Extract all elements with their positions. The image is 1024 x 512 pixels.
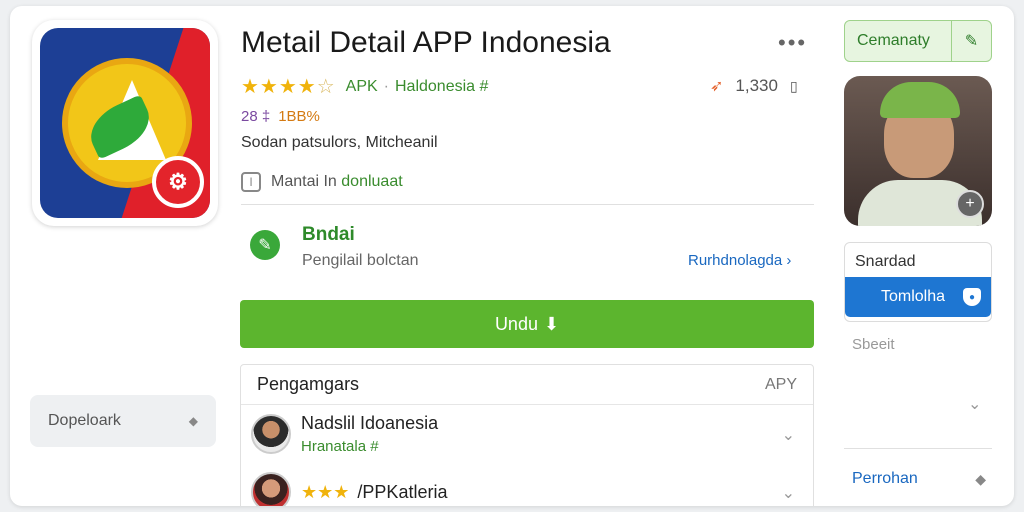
list-item[interactable]: ★★★ /PPKatleria ⌄ bbox=[241, 463, 813, 506]
lock-icon: ▯ bbox=[789, 77, 798, 94]
sidebar-button[interactable]: Dopeloark ◆ bbox=[30, 395, 216, 447]
sidebar-button-label: Dopeloark bbox=[48, 412, 121, 429]
rating-row: ★★★★☆ APK · Haldonesia # bbox=[241, 74, 488, 99]
download-button[interactable]: Undu ⬇ bbox=[240, 300, 814, 348]
avatar bbox=[251, 414, 291, 454]
install-text: Mantai In bbox=[271, 173, 342, 190]
developer-line: Sodan patsulors, Mitcheanil bbox=[241, 134, 438, 151]
list-item-title: Nadslil Idoanesia bbox=[301, 413, 439, 433]
chevron-down-icon[interactable]: ⌄ bbox=[782, 483, 795, 503]
list-item-title: /PPKatleria bbox=[357, 481, 448, 502]
side-label: Sbeeit bbox=[852, 336, 895, 353]
related-title: Pengamgars bbox=[257, 374, 360, 394]
pencil-icon[interactable]: ✎ bbox=[951, 21, 991, 61]
meta-size: 28 ‡ bbox=[241, 108, 271, 125]
app-detail-card: ⚙ Dopeloark ◆ Metail Detail APP Indonesi… bbox=[10, 6, 1014, 506]
plus-icon[interactable]: + bbox=[956, 190, 984, 218]
list-item[interactable]: Nadslil Idoanesia Hranatala # ⌄ bbox=[241, 405, 813, 463]
panel-button-label: Tomlolha bbox=[881, 288, 946, 305]
divider bbox=[241, 204, 814, 205]
bottom-link[interactable]: Perrohan bbox=[852, 470, 918, 488]
type-label: APK bbox=[345, 77, 378, 95]
panel-button[interactable]: Tomlolha ● bbox=[845, 277, 991, 317]
more-options-icon[interactable]: ••• bbox=[778, 30, 807, 56]
developer-icon: ✎ bbox=[250, 230, 280, 260]
install-checkbox[interactable]: I bbox=[241, 172, 261, 192]
diamond-icon: ◆ bbox=[188, 414, 198, 428]
app-icon: ⚙ bbox=[32, 20, 218, 226]
download-icon: ⬇ bbox=[543, 313, 560, 334]
trend-icon: ➶ bbox=[710, 78, 724, 95]
shield-icon: ● bbox=[963, 288, 981, 306]
tag-icon: ◆ bbox=[975, 470, 986, 487]
developer-name[interactable]: Bndai bbox=[302, 224, 355, 246]
meta-rate: 1BB% bbox=[278, 108, 320, 125]
rating-stars: ★★★★☆ bbox=[241, 76, 336, 98]
related-header: Pengamgars APY bbox=[241, 365, 813, 405]
install-link[interactable]: donluaat bbox=[341, 173, 402, 190]
avatar bbox=[251, 472, 291, 506]
top-action-label: Cemanaty bbox=[857, 32, 930, 49]
page-title: Metail Detail APP Indonesia bbox=[241, 26, 611, 59]
profile-photo: + bbox=[844, 76, 992, 226]
developer-link[interactable]: Rurhdnolagda › bbox=[688, 252, 791, 269]
separator: · bbox=[383, 77, 389, 95]
download-stats: ➶ 1,330 ▯ bbox=[710, 76, 798, 96]
download-count: 1,330 bbox=[735, 76, 778, 95]
related-type: APY bbox=[764, 375, 797, 393]
side-panel: Snardad Tomlolha ● bbox=[844, 242, 992, 322]
list-item-subtitle: Hranatala # bbox=[301, 438, 379, 455]
meta-row: 28 ‡ 1BB% bbox=[241, 108, 320, 125]
chevron-down-icon[interactable]: ⌄ bbox=[968, 394, 981, 414]
chevron-down-icon[interactable]: ⌄ bbox=[782, 425, 795, 445]
list-item-stars: ★★★ bbox=[301, 481, 350, 502]
bottom-link-row[interactable]: Perrohan ◆ bbox=[852, 470, 992, 488]
related-apps: Pengamgars APY Nadslil Idoanesia Hranata… bbox=[240, 364, 814, 506]
country-label[interactable]: Haldonesia # bbox=[395, 78, 488, 96]
developer-subtitle: Pengilail bolctan bbox=[302, 252, 419, 269]
download-button-label: Undu bbox=[494, 313, 538, 334]
install-option[interactable]: I Mantai In donluaat bbox=[241, 172, 403, 192]
panel-title: Snardad bbox=[855, 253, 916, 270]
top-action-button[interactable]: Cemanaty ✎ bbox=[844, 20, 992, 62]
divider bbox=[844, 448, 992, 449]
badge-icon: ⚙ bbox=[152, 156, 204, 208]
